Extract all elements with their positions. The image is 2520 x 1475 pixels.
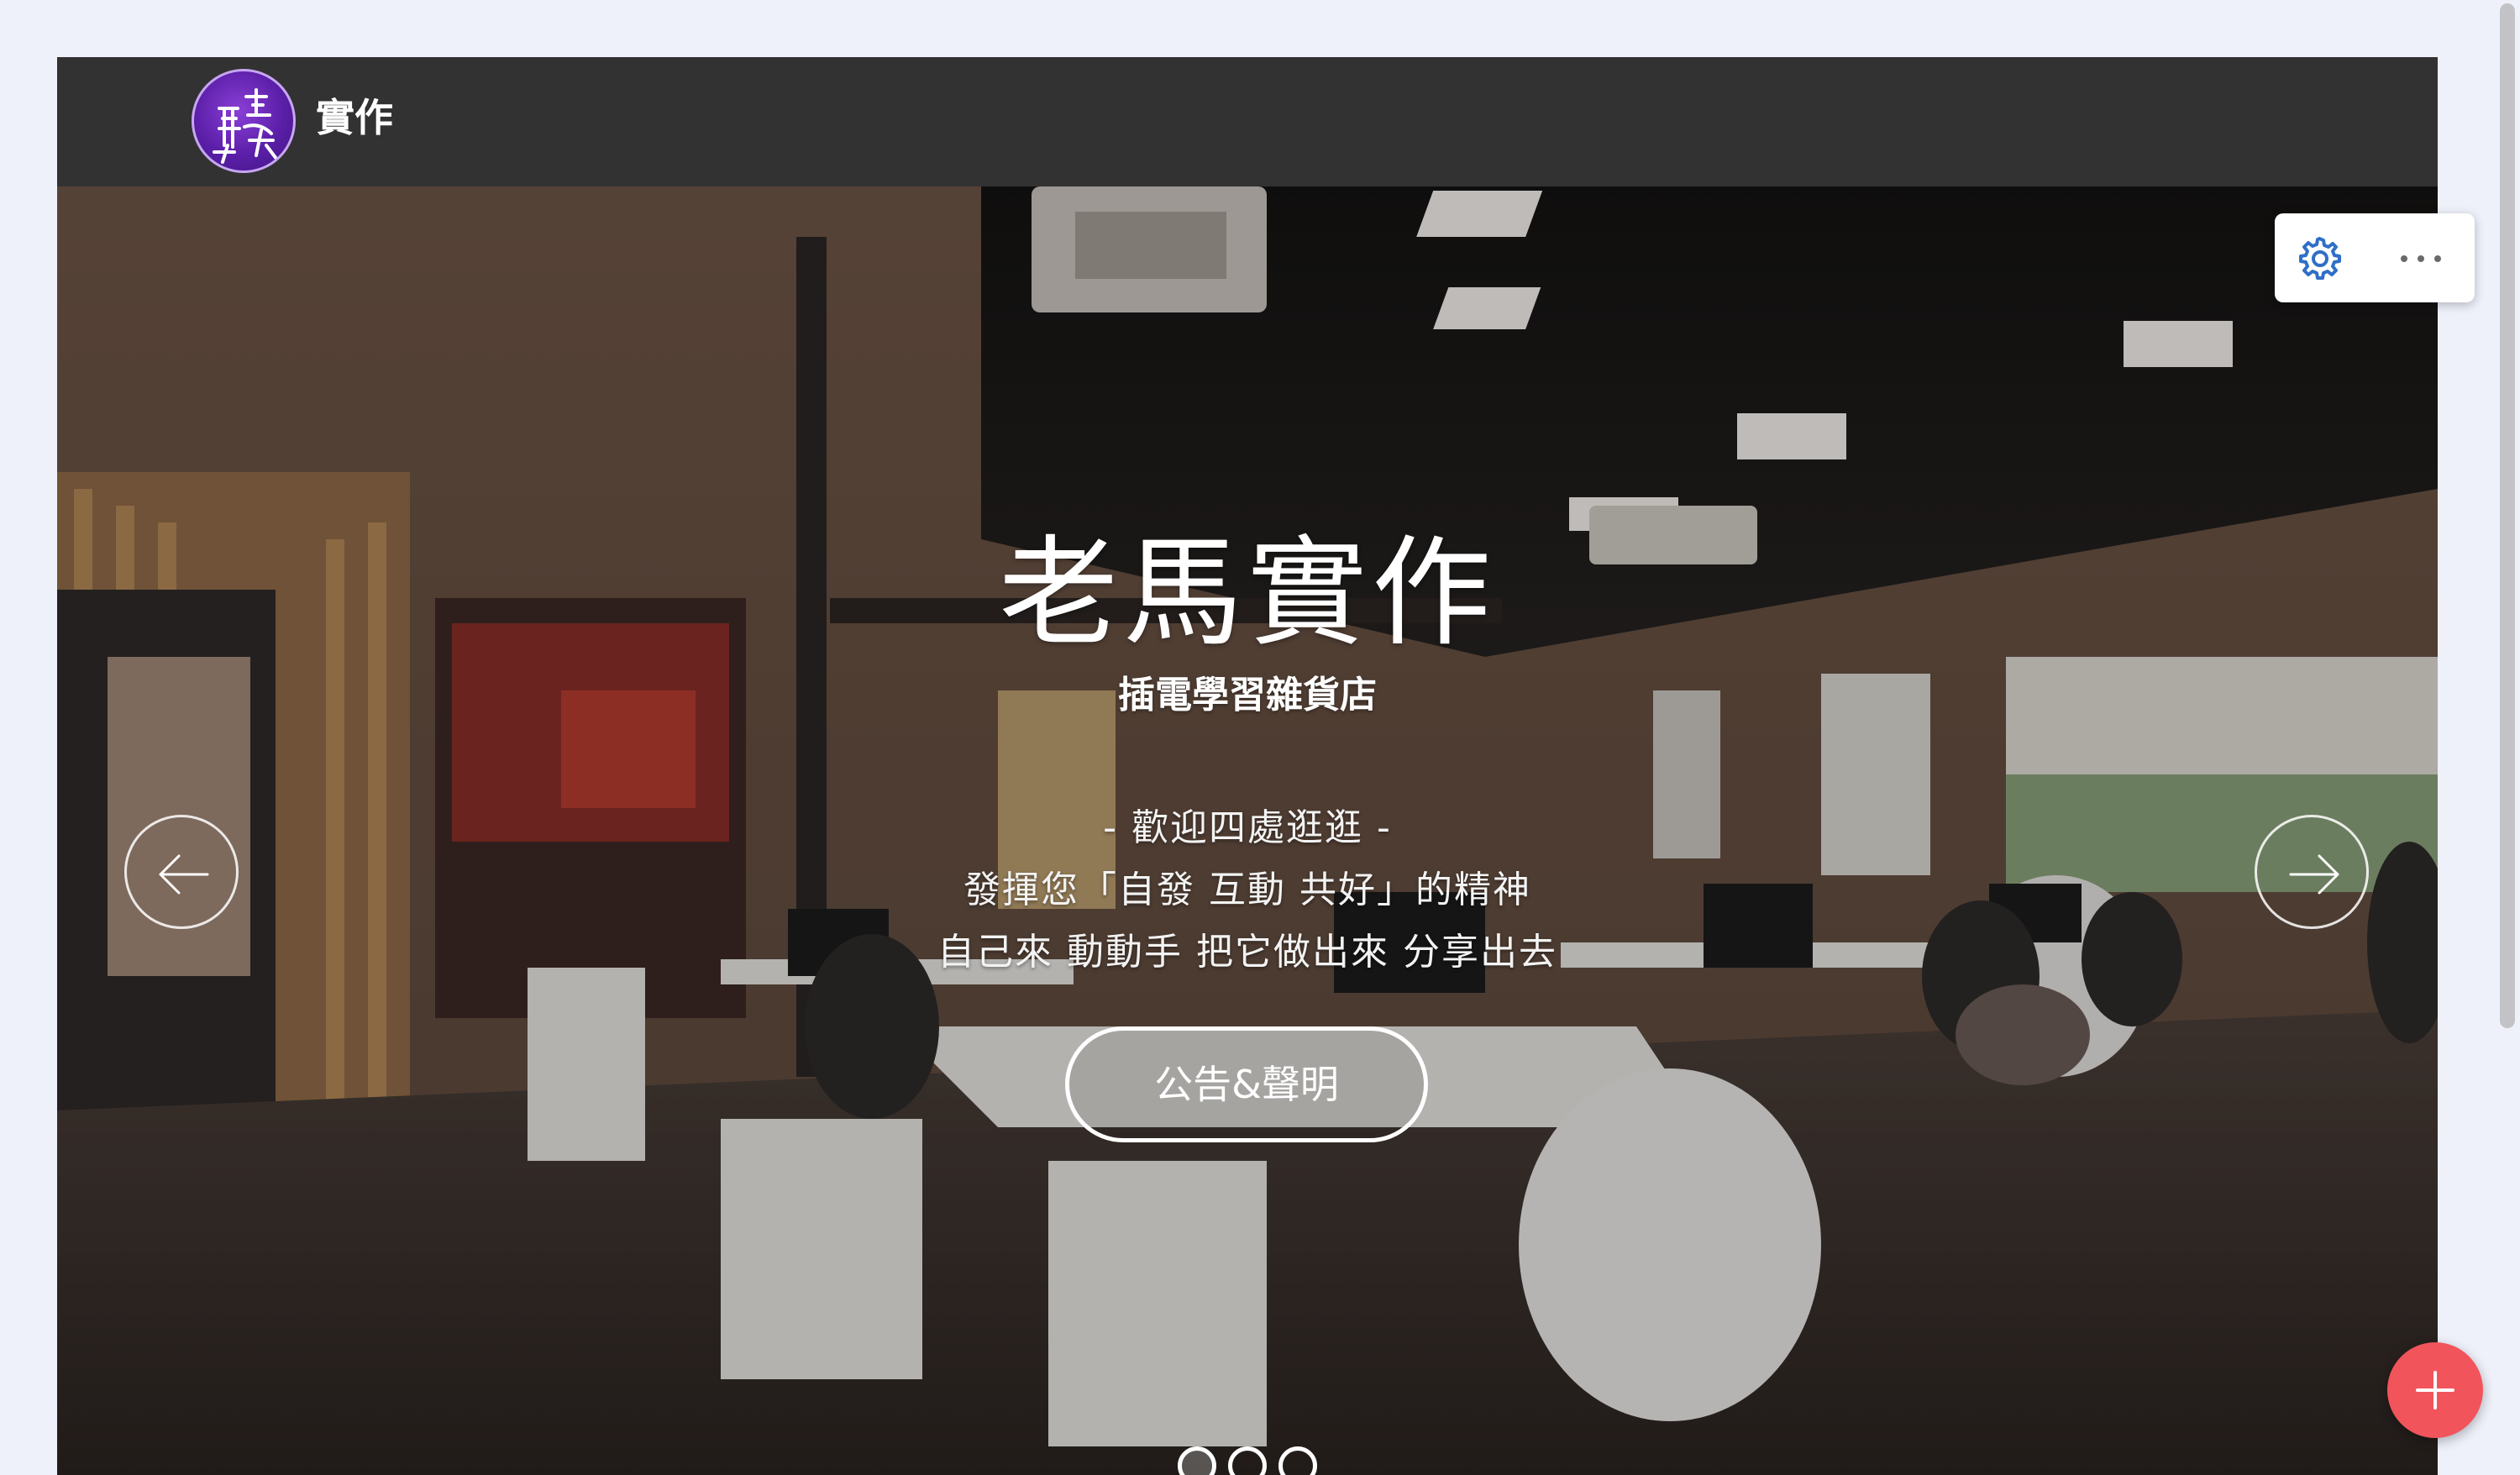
page-frame: 實作 老馬實作 插電學習雜貨店 - 歡迎四處逛逛 - 發揮您「自發 互動 共好」… (57, 57, 2438, 1475)
page-scrollbar[interactable] (2493, 0, 2520, 1475)
announcement-button[interactable]: 公告&聲明 (1065, 1026, 1428, 1142)
hero-subtitle: 插電學習雜貨店 (1118, 674, 1377, 717)
hero-carousel: 老馬實作 插電學習雜貨店 - 歡迎四處逛逛 - 發揮您「自發 互動 共好」的精神… (57, 186, 2438, 1475)
more-horizontal-icon (2401, 255, 2441, 262)
add-button[interactable] (2387, 1342, 2483, 1438)
chevron-right-icon (2289, 854, 2339, 895)
floating-toolbar (2275, 213, 2475, 302)
chevron-left-icon (159, 854, 209, 895)
carousel-indicator-3[interactable] (1278, 1446, 1317, 1475)
plus-icon (2416, 1371, 2454, 1409)
gear-icon (2299, 237, 2341, 280)
carousel-indicator-1[interactable] (1178, 1446, 1216, 1475)
site-title[interactable]: 實作 (316, 91, 393, 144)
scrollbar-thumb[interactable] (2500, 3, 2515, 1028)
hero-tagline-spirit: 發揮您「自發 互動 共好」的精神 (963, 869, 1531, 911)
more-options-button[interactable] (2392, 234, 2451, 282)
settings-button[interactable] (2295, 234, 2344, 282)
hero-title: 老馬實作 (999, 524, 1496, 663)
carousel-indicators (1178, 1446, 1317, 1475)
hero-tagline-welcome: - 歡迎四處逛逛 - (1103, 806, 1392, 849)
site-header: 實作 (57, 57, 2438, 186)
hero-tagline-share: 自己來 動動手 把它做出來 分享出去 (937, 931, 1557, 974)
carousel-prev-button[interactable] (124, 815, 239, 929)
carousel-indicator-2[interactable] (1228, 1446, 1267, 1475)
carousel-next-button[interactable] (2255, 815, 2369, 929)
site-logo-icon[interactable] (192, 69, 296, 173)
